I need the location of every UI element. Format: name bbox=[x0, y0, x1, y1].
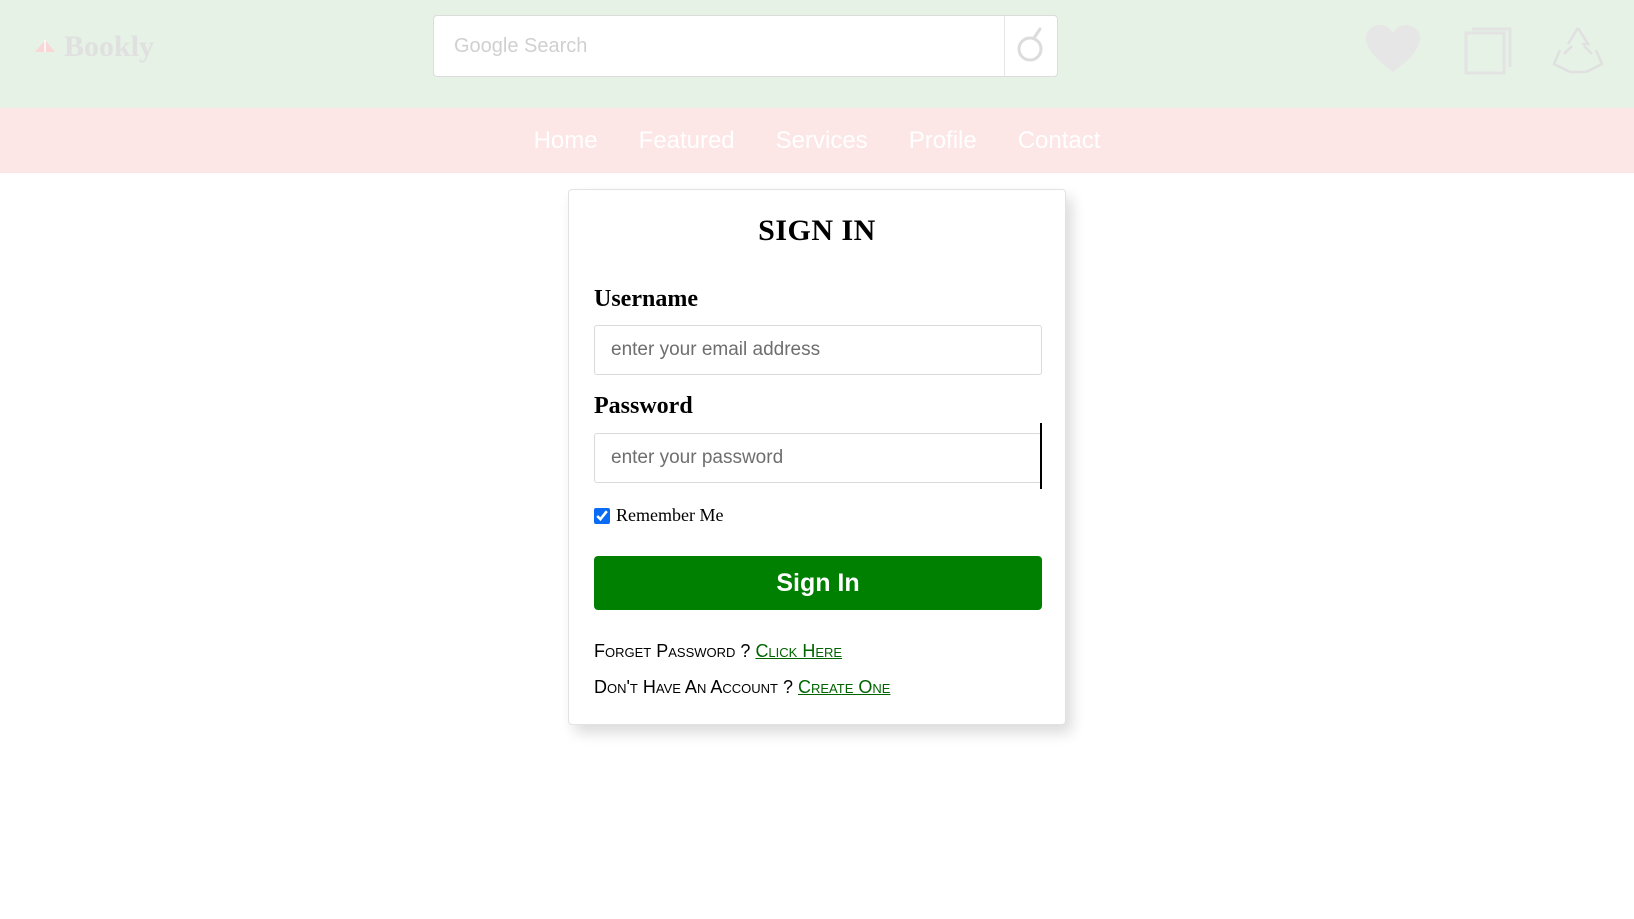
username-label: Username bbox=[594, 286, 698, 312]
text-cursor bbox=[1040, 423, 1042, 489]
remember-label: Remember Me bbox=[616, 505, 724, 525]
nav-featured[interactable]: Featured bbox=[639, 127, 735, 155]
create-account-text: Don't Have An Account ? bbox=[594, 677, 793, 697]
signin-button[interactable]: Sign In bbox=[594, 556, 1042, 610]
username-field[interactable] bbox=[594, 325, 1042, 375]
top-header: Bookly bbox=[0, 0, 1634, 108]
recycle-icon[interactable] bbox=[1550, 24, 1606, 83]
search-button[interactable] bbox=[1004, 16, 1057, 76]
brand-name: Bookly bbox=[64, 30, 155, 63]
signin-title: SIGN IN bbox=[758, 214, 876, 247]
nav-profile[interactable]: Profile bbox=[909, 127, 977, 155]
create-account-link[interactable]: Create One bbox=[798, 677, 890, 697]
book-logo-icon bbox=[32, 32, 58, 63]
search-icon bbox=[1015, 25, 1047, 68]
remember-me[interactable]: Remember Me bbox=[594, 505, 723, 526]
signin-card: SIGN IN Username Password Remember Me Si… bbox=[568, 189, 1066, 725]
password-label: Password bbox=[594, 393, 693, 419]
nav-contact[interactable]: Contact bbox=[1018, 127, 1101, 155]
password-field[interactable] bbox=[594, 433, 1042, 483]
logo[interactable]: Bookly bbox=[32, 30, 154, 64]
book-icon[interactable] bbox=[1464, 27, 1512, 80]
main-nav: Home Featured Services Profile Contact bbox=[0, 108, 1634, 173]
search-bar bbox=[433, 15, 1058, 77]
forget-password-link[interactable]: Click Here bbox=[755, 641, 842, 661]
nav-home[interactable]: Home bbox=[534, 127, 598, 155]
create-account-row: Don't Have An Account ? Create One bbox=[594, 677, 890, 698]
forget-password-text: Forget Password ? bbox=[594, 641, 751, 661]
remember-checkbox[interactable] bbox=[594, 507, 610, 524]
search-input[interactable] bbox=[438, 18, 1008, 74]
heart-icon[interactable] bbox=[1364, 24, 1422, 79]
forget-password-row: Forget Password ? Click Here bbox=[594, 641, 842, 662]
nav-services[interactable]: Services bbox=[776, 127, 868, 155]
